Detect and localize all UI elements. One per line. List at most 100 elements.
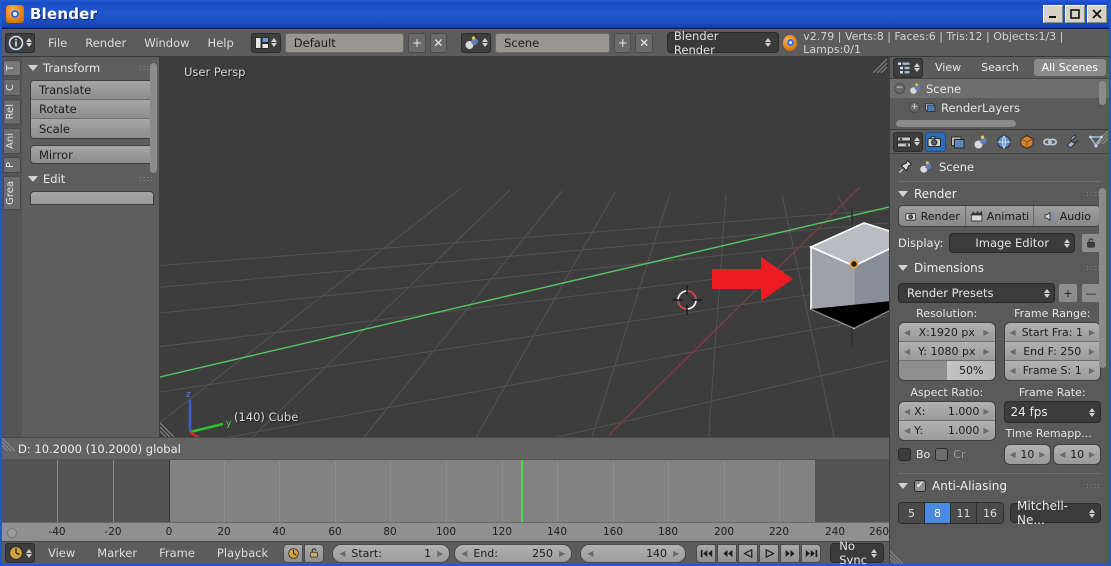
aa-sample-8[interactable]: 8 (925, 503, 951, 523)
panel-header-edit[interactable]: Edit :::: (22, 168, 159, 189)
increment-arrow-icon[interactable]: ▶ (1089, 366, 1095, 375)
jump-end-icon[interactable] (801, 543, 822, 563)
mirror-button[interactable]: Mirror (30, 145, 154, 164)
render-animation-button[interactable]: Animati (966, 206, 1034, 226)
increment-arrow-icon[interactable]: ▶ (437, 549, 443, 558)
dimensions-section-header[interactable]: Dimensions :::: (890, 253, 1109, 279)
render-section-header[interactable]: Render :::: (890, 182, 1109, 205)
editor-type-selector-timeline[interactable] (5, 543, 35, 563)
tool-tab-relations[interactable]: Rel (3, 99, 21, 125)
properties-tab-render-layers[interactable] (948, 132, 969, 152)
add-scene-button[interactable]: + (614, 32, 632, 53)
frame-rate-spinner[interactable] (1088, 404, 1095, 420)
outliner-menu-view[interactable]: View (927, 59, 969, 76)
viewport-corner-grip-icon-2[interactable] (160, 423, 174, 437)
render-presets-spinner[interactable] (1043, 285, 1050, 301)
properties-corner-grip-bottom-icon[interactable] (890, 551, 903, 564)
record-icon[interactable] (283, 543, 304, 563)
outliner-row-renderlayers[interactable]: + RenderLayers (890, 98, 1109, 117)
3d-viewport[interactable]: z y x User Persp (140) Cube (160, 57, 889, 437)
render-image-button[interactable]: Render (899, 206, 967, 226)
translate-button[interactable]: Translate (31, 81, 153, 100)
timeline-playhead[interactable] (521, 460, 523, 522)
next-keyframe-icon[interactable] (780, 543, 801, 563)
properties-tab-modifiers[interactable] (1062, 132, 1083, 152)
aa-sample-11[interactable]: 11 (951, 503, 977, 523)
editor-type-selector-properties[interactable] (893, 131, 923, 152)
timeline-editor-spinner[interactable] (25, 545, 32, 561)
antialiasing-section-header[interactable]: Anti-Aliasing :::: (890, 474, 1109, 497)
panel-header-transform[interactable]: Transform :::: (22, 57, 159, 78)
timeline-ruler[interactable]: -40 -20 0 20 40 60 80 100 120 140 160 18… (2, 522, 889, 541)
sync-mode-spinner[interactable] (870, 545, 877, 561)
render-presets-dropdown[interactable]: Render Presets (898, 283, 1055, 303)
menu-window[interactable]: Window (135, 33, 198, 53)
decrement-arrow-icon[interactable]: ◀ (904, 407, 910, 416)
aa-filter-dropdown[interactable]: Mitchell-Ne... (1010, 499, 1101, 527)
remove-preset-button[interactable]: — (1081, 283, 1101, 303)
properties-tab-render[interactable] (925, 131, 946, 152)
frame-end-field[interactable]: ◀ End F: 250 ▶ (1004, 342, 1100, 361)
render-engine-spinner[interactable] (765, 35, 772, 51)
decrement-arrow-icon[interactable]: ◀ (339, 549, 345, 558)
antialiasing-checkbox[interactable] (914, 480, 926, 492)
outliner-hscrollbar[interactable] (896, 120, 1016, 127)
edit-button-partial[interactable] (30, 191, 154, 205)
editor-type-spinner[interactable] (25, 35, 32, 51)
menu-render[interactable]: Render (76, 33, 135, 53)
display-mode-spinner[interactable] (1063, 235, 1070, 251)
increment-arrow-icon[interactable]: ▶ (1089, 347, 1095, 356)
frame-start-field[interactable]: ◀ Start Fra: 1 ▶ (1004, 323, 1100, 342)
properties-editor-spinner[interactable] (913, 134, 920, 150)
rotate-button[interactable]: Rotate (31, 100, 153, 119)
delete-scene-button[interactable]: ✕ (635, 32, 653, 53)
screen-layout-spinner[interactable] (271, 35, 278, 51)
increment-arrow-icon[interactable]: ▶ (1039, 450, 1045, 459)
properties-tab-object[interactable] (1017, 132, 1038, 152)
prev-keyframe-icon[interactable] (717, 543, 738, 563)
jump-start-icon[interactable] (696, 543, 717, 563)
screen-layout-name[interactable]: Default (284, 32, 405, 53)
editor-type-selector-outliner[interactable] (893, 57, 923, 78)
frame-rate-dropdown[interactable]: 24 fps (1003, 401, 1101, 423)
display-mode-dropdown[interactable]: Image Editor (949, 233, 1075, 253)
timeline-scroll-handle-left[interactable] (7, 528, 17, 538)
increment-arrow-icon[interactable]: ▶ (983, 426, 989, 435)
aspect-x-field[interactable]: ◀ X: 1.000 ▶ (899, 402, 995, 421)
increment-arrow-icon[interactable]: ▶ (559, 549, 565, 558)
tool-shelf-scrollbar[interactable] (150, 63, 157, 173)
viewport-corner-grip-icon[interactable] (873, 59, 887, 73)
aa-sample-5[interactable]: 5 (899, 503, 925, 523)
tool-tab-grease-pencil[interactable]: Grea (3, 175, 21, 210)
play-icon[interactable] (759, 543, 780, 563)
time-remap-new-field[interactable]: ◀ 10 ▶ (1054, 445, 1100, 464)
current-frame-field[interactable]: ◀ 140 ▶ (580, 543, 687, 563)
scene-spinner[interactable] (481, 35, 488, 51)
aa-filter-spinner[interactable] (1088, 505, 1095, 521)
timeline-menu-marker[interactable]: Marker (88, 546, 146, 560)
expand-icon[interactable]: + (909, 102, 920, 113)
increment-arrow-icon[interactable]: ▶ (983, 407, 989, 416)
play-reverse-icon[interactable] (738, 543, 759, 563)
aspect-y-field[interactable]: ◀ Y: 1.000 ▶ (899, 421, 995, 440)
timeline-menu-playback[interactable]: Playback (208, 546, 277, 560)
timeline-corner-grip-icon[interactable] (2, 438, 15, 451)
lock-icon[interactable] (304, 543, 325, 563)
decrement-arrow-icon[interactable]: ◀ (461, 549, 467, 558)
collapse-icon[interactable]: − (894, 83, 905, 94)
time-remap-old-field[interactable]: ◀ 10 ▶ (1004, 445, 1051, 464)
increment-arrow-icon[interactable]: ▶ (983, 347, 989, 356)
tool-tab-tools[interactable]: T (3, 60, 21, 77)
outliner-editor-spinner[interactable] (913, 60, 920, 76)
scale-button[interactable]: Scale (31, 119, 153, 138)
increment-arrow-icon[interactable]: ▶ (1089, 450, 1095, 459)
tool-tab-animation[interactable]: Ani (3, 127, 21, 154)
sync-mode-dropdown[interactable]: No Sync (830, 539, 884, 566)
scene-datablock-selector[interactable] (461, 32, 492, 53)
outliner-vscrollbar[interactable] (1099, 81, 1106, 105)
properties-corner-grip-icon[interactable] (1095, 131, 1108, 144)
resolution-percentage-slider[interactable]: 50% (899, 361, 995, 380)
properties-tab-world[interactable] (994, 132, 1015, 152)
delete-screen-button[interactable]: ✕ (429, 32, 448, 53)
resolution-x-field[interactable]: ◀ X:1920 px ▶ (899, 323, 995, 342)
